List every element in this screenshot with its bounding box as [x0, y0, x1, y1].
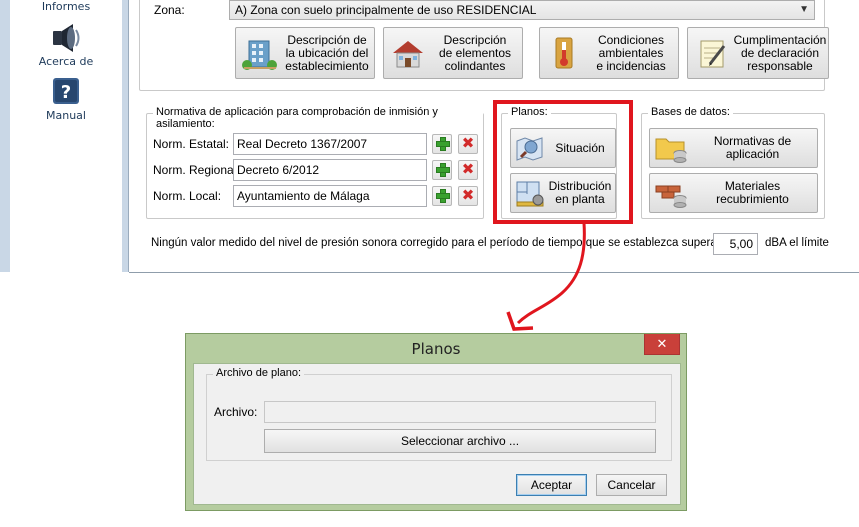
- aceptar-button[interactable]: Aceptar: [516, 474, 587, 496]
- building-icon: [242, 40, 277, 70]
- thermometer-icon: [555, 37, 573, 69]
- add-norm-local-button[interactable]: [432, 186, 452, 206]
- norm-regional-label: Norm. Regional:: [153, 163, 240, 177]
- delete-icon: ✖: [461, 161, 475, 178]
- planos-dialog: Planos ✕ Archivo de plano: Archivo: Sele…: [185, 333, 687, 511]
- delete-norm-regional-button[interactable]: ✖: [458, 160, 478, 180]
- dba-value-field[interactable]: 5,00: [713, 233, 758, 255]
- planos-highlight: [493, 100, 633, 224]
- help-icon: ?: [53, 78, 79, 104]
- materiales-recubrimiento-button[interactable]: Materiales recubrimiento: [649, 173, 818, 213]
- delete-norm-local-button[interactable]: ✖: [458, 186, 478, 206]
- declaracion-responsable-button[interactable]: Cumplimentación de declaración responsab…: [687, 27, 829, 79]
- norm-estatal-label: Norm. Estatal:: [153, 137, 230, 151]
- plus-icon: [433, 186, 451, 206]
- plus-icon: [433, 134, 451, 154]
- footer-suffix: dBA el límite: [765, 237, 829, 249]
- close-button[interactable]: ✕: [644, 334, 680, 355]
- descripcion-colindantes-button[interactable]: Descripción de elementos colindantes: [383, 27, 523, 79]
- dialog-body: Archivo de plano: Archivo: Seleccionar a…: [193, 363, 681, 505]
- button-label: Cumplimentación de declaración responsab…: [733, 32, 827, 73]
- notepad-icon: [700, 40, 726, 68]
- folder-database-icon: [655, 138, 687, 163]
- arrow-annotation-icon: [506, 222, 586, 331]
- bases-datos-group: Bases de datos: Normativas de aplicación…: [641, 106, 825, 219]
- sidebar-item-acerca-de[interactable]: Acerca de: [10, 22, 122, 68]
- button-label: Descripción de elementos colindantes: [438, 32, 512, 73]
- svg-text:?: ?: [61, 82, 71, 103]
- archivo-plano-group-title: Archivo de plano:: [213, 367, 304, 379]
- house-icon: [393, 41, 423, 68]
- sidebar-item-label: Manual: [46, 109, 86, 122]
- archivo-plano-group: Archivo de plano: Archivo: Seleccionar a…: [206, 367, 672, 461]
- sidebar-item-label: Acerca de: [38, 55, 94, 68]
- bricks-database-icon: [655, 185, 687, 208]
- seleccionar-archivo-button[interactable]: Seleccionar archivo ...: [264, 429, 656, 453]
- condiciones-ambientales-button[interactable]: Condiciones ambientales e incidencias: [539, 27, 679, 79]
- normativa-group-title: Normativa de aplicación para comprobació…: [153, 106, 483, 130]
- sidebar-item-label: Informes: [41, 0, 91, 13]
- norm-local-label: Norm. Local:: [153, 189, 222, 203]
- sidebar-item-informes[interactable]: Informes: [10, 0, 122, 13]
- button-label: Materiales recubrimiento: [716, 179, 789, 206]
- sidebar-item-manual[interactable]: ? Manual: [10, 76, 122, 122]
- delete-norm-estatal-button[interactable]: ✖: [458, 134, 478, 154]
- archivo-field[interactable]: [264, 401, 656, 423]
- add-norm-regional-button[interactable]: [432, 160, 452, 180]
- norm-estatal-field[interactable]: Real Decreto 1367/2007: [233, 133, 427, 155]
- footer-text: Ningún valor medido del nivel de presión…: [151, 237, 743, 249]
- delete-icon: ✖: [461, 187, 475, 204]
- zona-label: Zona:: [154, 3, 185, 17]
- button-label: Normativas de aplicación: [713, 134, 792, 161]
- archivo-label: Archivo:: [214, 405, 258, 419]
- norm-regional-field[interactable]: Decreto 6/2012: [233, 159, 427, 181]
- zona-select[interactable]: A) Zona con suelo principalmente de uso …: [229, 0, 815, 20]
- delete-icon: ✖: [461, 135, 475, 152]
- close-icon: ✕: [656, 336, 668, 351]
- normativas-aplicacion-button[interactable]: Normativas de aplicación: [649, 128, 818, 168]
- descripcion-ubicacion-button[interactable]: Descripción de la ubicación del establec…: [235, 27, 375, 79]
- norm-local-field[interactable]: Ayuntamiento de Málaga: [233, 185, 427, 207]
- cancelar-button[interactable]: Cancelar: [596, 474, 667, 496]
- add-norm-estatal-button[interactable]: [432, 134, 452, 154]
- button-label: Descripción de la ubicación del establec…: [285, 32, 369, 73]
- bases-datos-group-title: Bases de datos:: [648, 106, 733, 118]
- plus-icon: [433, 160, 451, 180]
- zona-group: Zona: A) Zona con suelo principalmente d…: [139, 0, 829, 91]
- speaker-icon: [53, 24, 80, 52]
- button-label: Condiciones ambientales e incidencias: [596, 32, 666, 73]
- zona-selected-value: A) Zona con suelo principalmente de uso …: [235, 3, 537, 17]
- dialog-title: Planos: [411, 340, 461, 358]
- chevron-down-icon: ▼: [799, 4, 809, 15]
- normativa-group: Normativa de aplicación para comprobació…: [146, 106, 484, 219]
